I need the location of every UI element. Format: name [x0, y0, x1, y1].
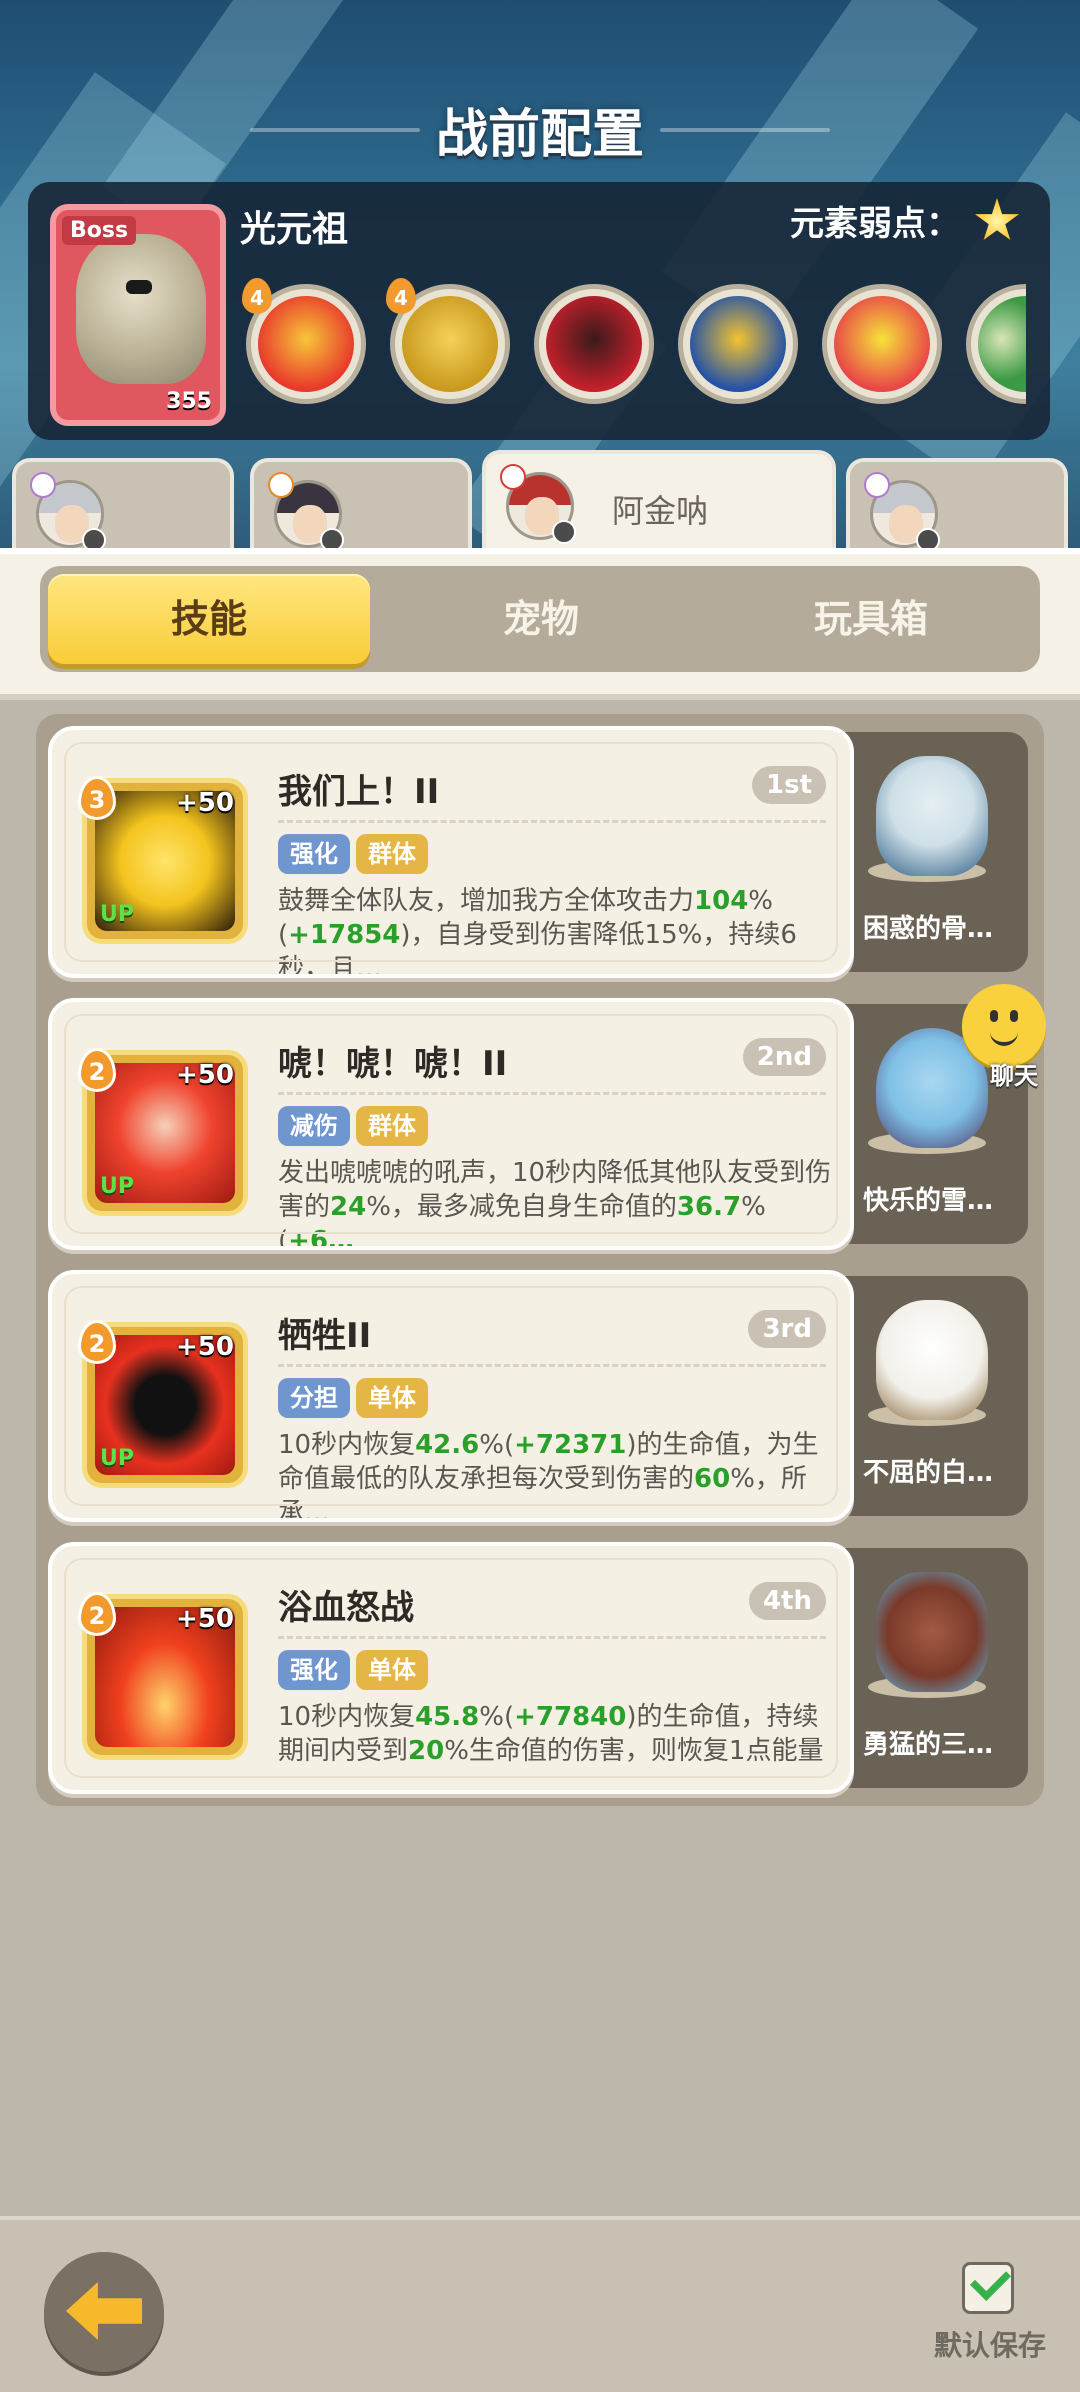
boss-skill-4[interactable] [678, 284, 798, 404]
white-goat-pet-icon [876, 1300, 988, 1420]
confused-dragon-pet-icon [876, 756, 988, 876]
pet-name: 不屈的白… [862, 1458, 993, 1488]
back-button[interactable] [44, 2252, 164, 2372]
skill-tag: 强化 [278, 1650, 350, 1690]
element-badge-icon [500, 464, 526, 490]
skill-description: 10秒内恢复45.8%(+77840)的生命值，持续期间内受到20%生命值的伤害… [278, 1702, 824, 1766]
skill-plus-bonus: +50 [176, 1332, 234, 1362]
skill-plus-bonus: +50 [176, 788, 234, 818]
skill-tag: 减伤 [278, 1106, 350, 1146]
skill-row-4: 勇猛的三… 2 +50 浴血怒战 4th 强化 单体 10秒内恢复45.8%(+… [48, 1542, 1040, 1794]
checkbox-checked-icon[interactable] [962, 2262, 1014, 2314]
skill-plus-bonus: +50 [176, 1060, 234, 1090]
boss-skill-1-level: 4 [242, 278, 272, 314]
skill-card-2[interactable]: 2 +50 UP 唬！唬！唬！II 2nd 减伤 群体 发出唬唬唬的吼声，10秒… [48, 998, 854, 1250]
skill-description: 发出唬唬唬的吼声，10秒内降低其他队友受到伤害的24%，最多减免自身生命值的36… [278, 1158, 832, 1246]
boss-level: 355 [166, 389, 212, 414]
skill-level-badge: 2 [78, 1048, 116, 1092]
equip-badge-icon [552, 520, 576, 544]
pet-slot-3[interactable]: 不屈的白… [828, 1276, 1028, 1516]
green-partial-icon [978, 296, 1026, 392]
skill-up-indicator: UP [100, 902, 134, 927]
page-title: 战前配置 [435, 105, 644, 165]
element-badge-icon [30, 472, 56, 498]
hero-tab-2[interactable] [250, 458, 472, 558]
skill-tag: 单体 [356, 1378, 428, 1418]
boss-skill-6[interactable] [966, 284, 1026, 404]
tab-toybox[interactable]: 玩具箱 [710, 574, 1032, 664]
skill-title: 浴血怒战 [278, 1588, 414, 1628]
skill-rank-badge: 2nd [742, 1038, 826, 1076]
tab-skills[interactable]: 技能 [48, 574, 370, 664]
element-weakness-label: 元素弱点： [790, 204, 960, 244]
hero-tab-3-active[interactable]: 阿金呐 [482, 450, 836, 560]
gold-burst-icon [402, 296, 498, 392]
hero-tab-4[interactable] [846, 458, 1068, 558]
brave-triceratops-pet-icon [876, 1572, 988, 1692]
pet-name: 勇猛的三… [862, 1730, 993, 1760]
skill-card-1[interactable]: 3 +50 UP 我们上！II 1st 强化 群体 鼓舞全体队友，增加我方全体攻… [48, 726, 854, 978]
skill-row-1: 困惑的骨… 3 +50 UP 我们上！II 1st 强化 群体 鼓舞全体队友，增… [48, 726, 1040, 978]
element-badge-icon [268, 472, 294, 498]
yellow-bird-icon [690, 296, 786, 392]
boss-name: 光元祖 [240, 209, 349, 250]
skill-description: 鼓舞全体队友，增加我方全体攻击力104%(+17854)，自身受到伤害降低15%… [278, 886, 797, 974]
boss-portrait-card[interactable]: Boss 355 [50, 204, 226, 426]
divider [278, 1092, 826, 1095]
divider [278, 1364, 826, 1367]
skill-title: 唬！唬！唬！II [278, 1044, 508, 1084]
chat-label[interactable]: 聊天 [990, 1056, 1038, 1091]
pet-slot-4[interactable]: 勇猛的三… [828, 1548, 1028, 1788]
light-star-icon [974, 198, 1020, 240]
boss-skill-2-level: 4 [386, 278, 416, 314]
skill-up-indicator: UP [100, 1174, 134, 1199]
default-save-label[interactable]: 默认保存 [934, 2324, 1046, 2364]
skill-tag: 强化 [278, 834, 350, 874]
element-badge-icon [864, 472, 890, 498]
skill-tag: 分担 [278, 1378, 350, 1418]
pet-name: 困惑的骨… [862, 914, 993, 944]
skill-tag: 群体 [356, 834, 428, 874]
skill-level-badge: 3 [78, 776, 116, 820]
back-arrow-icon [66, 2282, 142, 2340]
boss-info-panel: Boss 355 光元祖 元素弱点： 4 4 [28, 182, 1050, 440]
skill-row-3: 不屈的白… 2 +50 UP 牺牲II 3rd 分担 单体 10秒内恢复42.6… [48, 1270, 1040, 1522]
hero-name: 阿金呐 [612, 492, 709, 530]
red-shoe-icon [834, 296, 930, 392]
skill-row-2: 快乐的雪… 2 +50 UP 唬！唬！唬！II 2nd 减伤 群体 发出唬唬唬的… [48, 998, 1040, 1250]
skill-tag: 单体 [356, 1650, 428, 1690]
boss-badge: Boss [62, 216, 137, 245]
pet-name: 快乐的雪… [862, 1186, 993, 1216]
skill-rank-badge: 4th [748, 1582, 826, 1620]
boss-monster-eye [126, 280, 152, 294]
skill-description: 10秒内恢复42.6%(+72371)的生命值，为生命值最低的队友承担每次受到伤… [278, 1430, 819, 1518]
divider [278, 1636, 826, 1639]
skill-title: 牺牲II [278, 1316, 372, 1356]
skill-card-4[interactable]: 2 +50 浴血怒战 4th 强化 单体 10秒内恢复45.8%(+77840)… [48, 1542, 854, 1794]
skill-rank-badge: 1st [752, 766, 826, 804]
divider [278, 820, 826, 823]
skill-up-indicator: UP [100, 1446, 134, 1471]
punch-fist-icon [258, 296, 354, 392]
skill-level-badge: 2 [78, 1592, 116, 1636]
skill-rank-badge: 3rd [748, 1310, 826, 1348]
skill-plus-bonus: +50 [176, 1604, 234, 1634]
boss-monster-image [76, 234, 206, 384]
skill-tag: 群体 [356, 1106, 428, 1146]
pet-slot-1[interactable]: 困惑的骨… [828, 732, 1028, 972]
skill-title: 我们上！II [278, 772, 440, 812]
hero-tab-1[interactable] [12, 458, 234, 558]
red-dragon-icon [546, 296, 642, 392]
boss-skill-3[interactable] [534, 284, 654, 404]
category-tabs: 技能 宠物 玩具箱 [40, 566, 1040, 672]
skill-level-badge: 2 [78, 1320, 116, 1364]
boss-skill-5[interactable] [822, 284, 942, 404]
tab-pets[interactable]: 宠物 [380, 574, 702, 664]
skill-card-3[interactable]: 2 +50 UP 牺牲II 3rd 分担 单体 10秒内恢复42.6%(+723… [48, 1270, 854, 1522]
